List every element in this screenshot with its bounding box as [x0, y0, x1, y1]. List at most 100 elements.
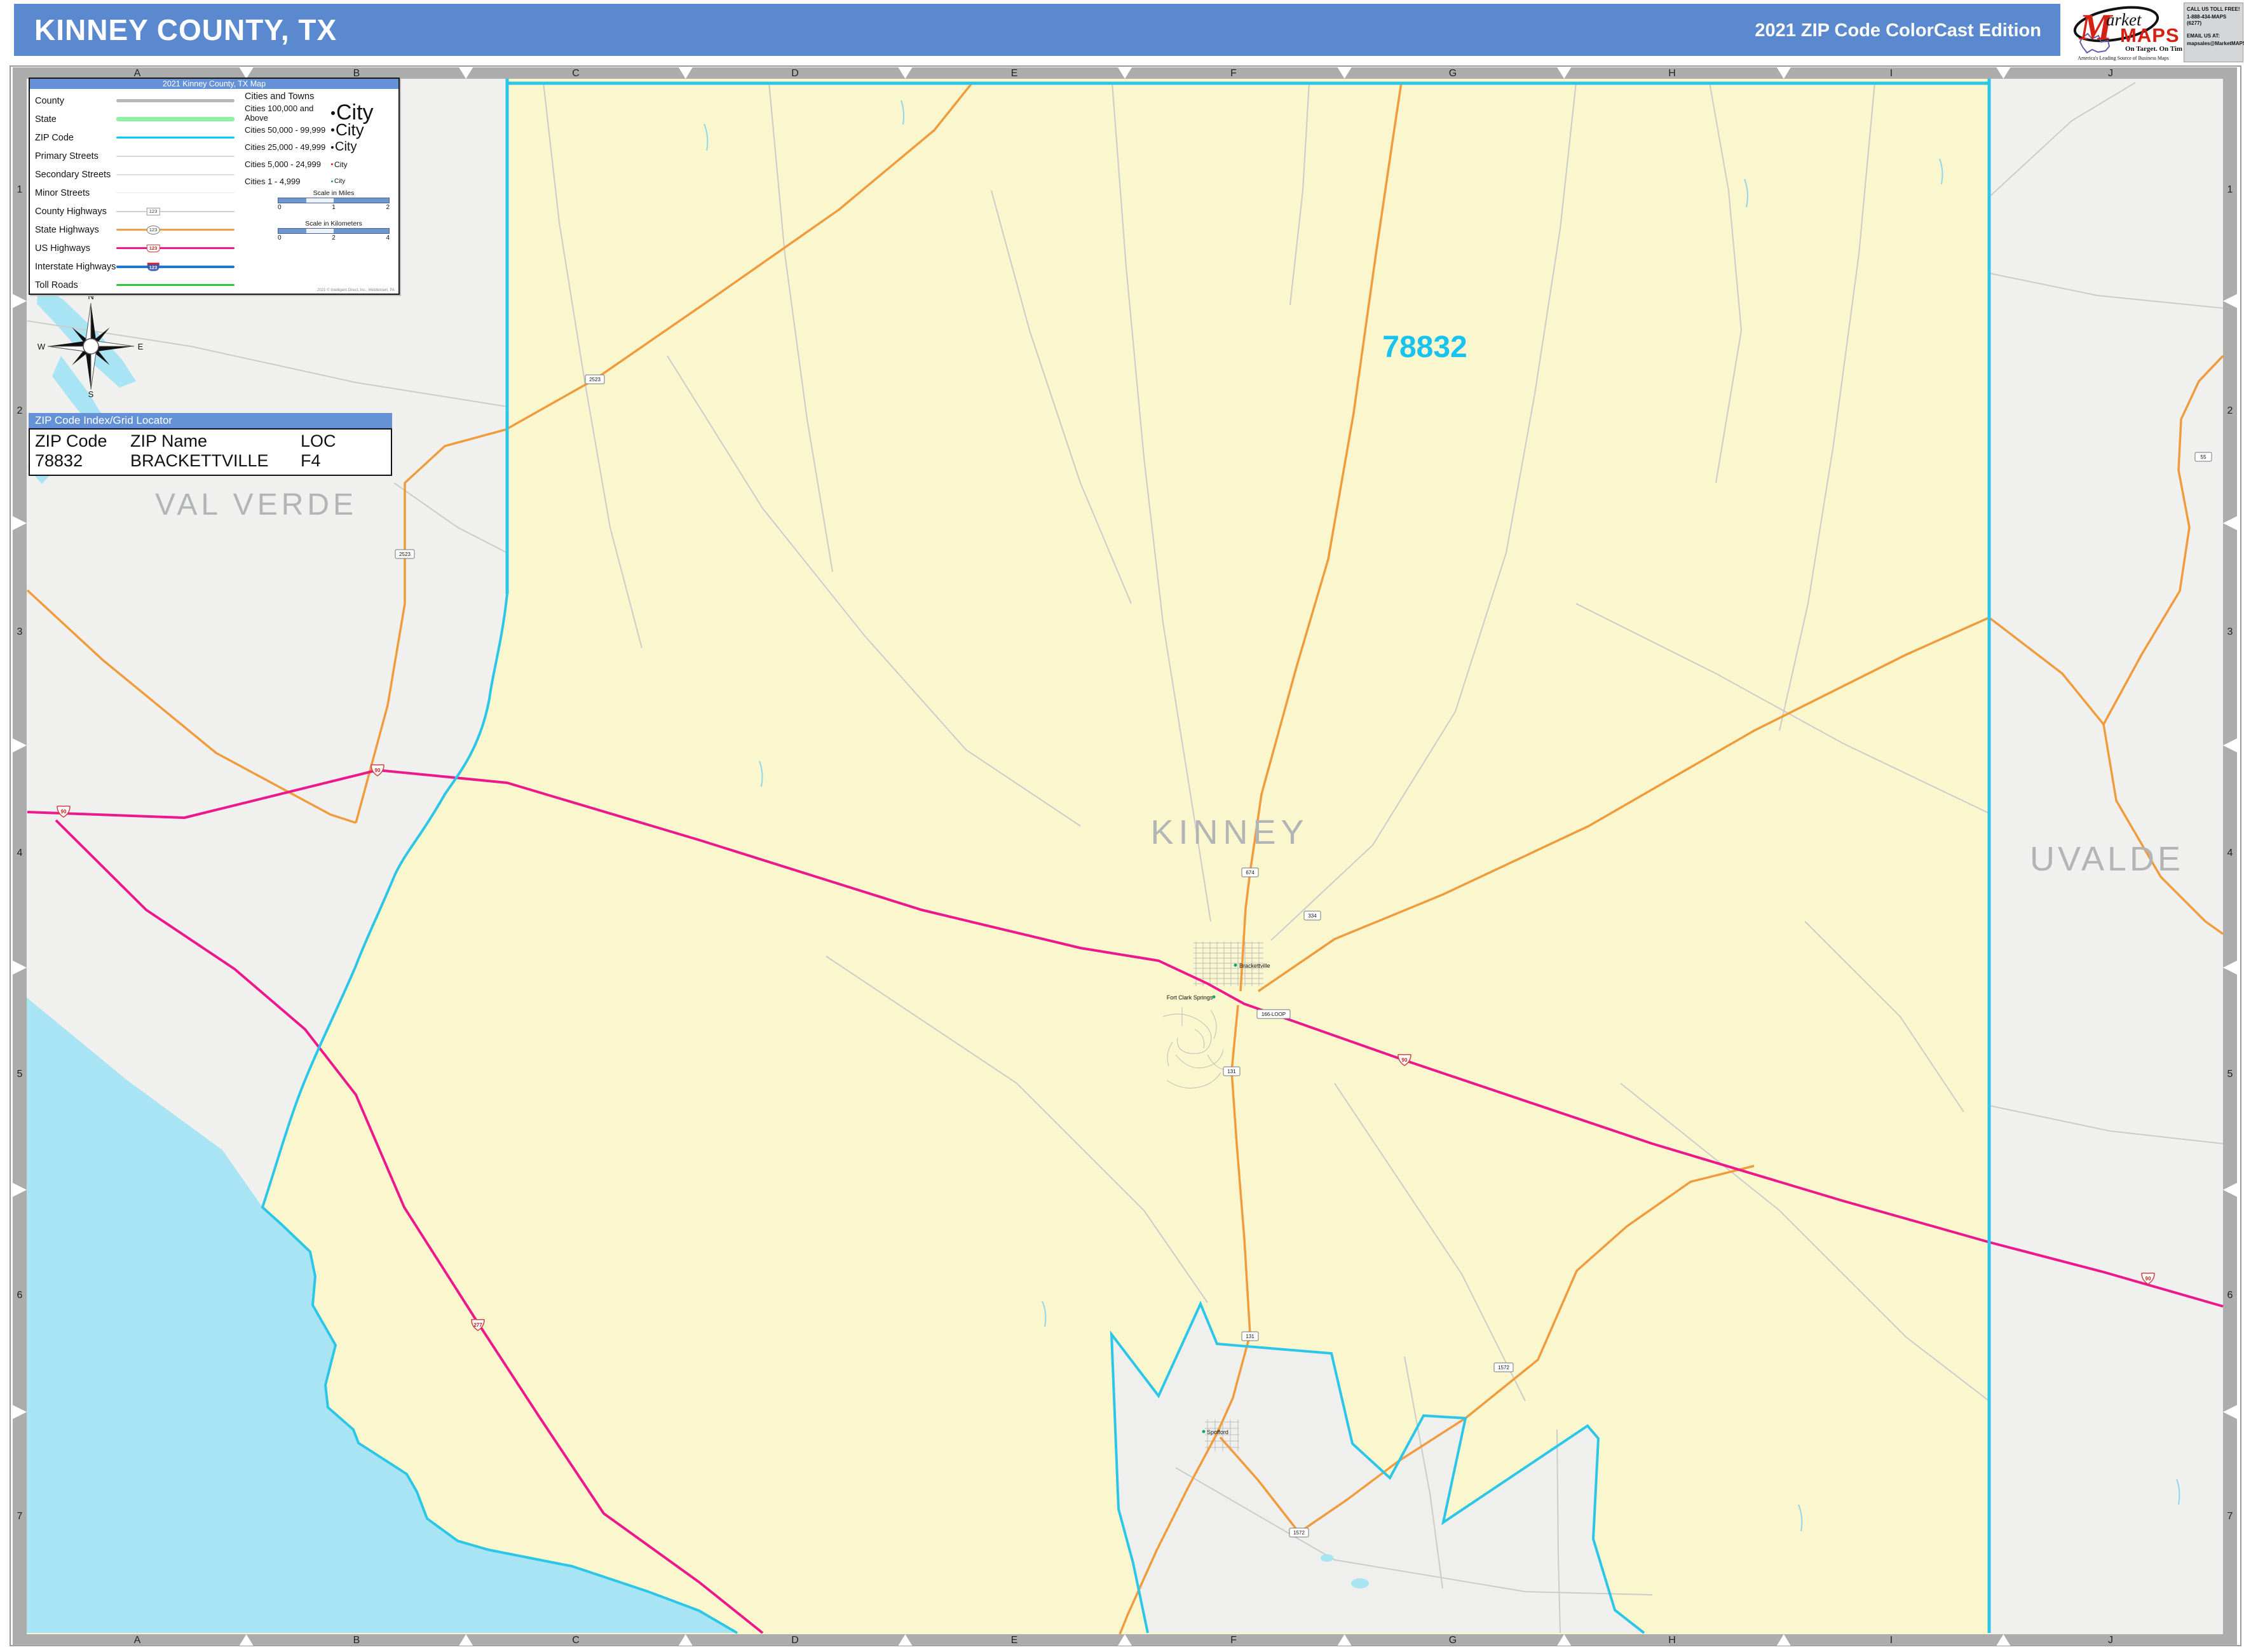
county-label-uvalde: UVALDE — [2030, 840, 2184, 878]
svg-text:E: E — [1011, 68, 1018, 79]
svg-text:1: 1 — [17, 184, 23, 195]
legend-title: 2021 Kinney County, TX Map — [30, 79, 398, 89]
scale-miles: Scale in Miles 012 — [278, 189, 390, 211]
legend-layer-label: Interstate Highways — [35, 262, 116, 272]
zip-col-header: LOC — [301, 431, 386, 451]
county-label-val-verde: VAL VERDE — [155, 488, 357, 522]
city-sample-5k: City — [331, 160, 348, 169]
state-334-shield: 334 — [1308, 913, 1317, 919]
county-line-swatch — [116, 97, 235, 105]
legend-layer-label: County Highways — [35, 207, 116, 217]
map-legend: 2021 Kinney County, TX Map County State … — [29, 78, 400, 295]
svg-text:7: 7 — [2227, 1511, 2233, 1522]
svg-text:D: D — [791, 1635, 799, 1646]
zip-col-header: ZIP Name — [130, 431, 301, 451]
state-2523-shield: 2523 — [399, 552, 411, 557]
secondary-street-swatch — [116, 171, 235, 179]
city-sample-1k: City — [331, 178, 345, 185]
svg-text:F: F — [1230, 68, 1237, 79]
county-label-kinney: KINNEY — [1150, 813, 1309, 851]
city-class-label: Cities 1 - 4,999 — [245, 177, 331, 186]
city-sample-50k: City — [331, 120, 364, 140]
zip-name-cell: BRACKETTVILLE — [130, 451, 301, 471]
compass-s-label: S — [88, 389, 94, 399]
state-line-swatch — [116, 116, 235, 123]
svg-text:2: 2 — [2227, 405, 2233, 416]
svg-text:J: J — [2108, 68, 2113, 79]
svg-text:7: 7 — [17, 1511, 23, 1522]
svg-text:3: 3 — [2227, 626, 2233, 637]
state-674-shield: 674 — [1246, 870, 1255, 876]
zip-code-cell: 78832 — [35, 451, 130, 471]
state-1572-shield: 1572 — [1498, 1365, 1509, 1371]
zip-index-data-row: 78832 BRACKETTVILLE F4 — [35, 451, 386, 471]
svg-text:1: 1 — [2227, 184, 2233, 195]
legend-copyright: 2021 © Intelligent Direct, Inc., Middlet… — [317, 288, 395, 292]
legend-layer-label: Toll Roads — [35, 280, 116, 290]
scale-miles-bar — [278, 198, 390, 203]
us-highway-shield-icon: 123 — [147, 245, 160, 252]
us-90-shield: 90 — [2145, 1276, 2151, 1282]
county-highway-shield-icon: 123 — [147, 208, 160, 215]
us-90-shield: 90 — [61, 809, 67, 815]
city-class-label: Cities 100,000 and Above — [245, 104, 331, 123]
zip-line-swatch — [116, 134, 235, 142]
svg-text:5: 5 — [2227, 1069, 2233, 1080]
primary-street-swatch — [116, 152, 235, 160]
svg-text:6: 6 — [2227, 1290, 2233, 1301]
town-label-brackettville: Brackettville — [1239, 963, 1270, 969]
town-label-fort-clark-springs: Fort Clark Springs — [1167, 994, 1213, 1001]
compass-w-label: W — [37, 342, 46, 351]
spofford-dot — [1202, 1430, 1206, 1433]
svg-text:3: 3 — [17, 626, 23, 637]
city-sample-25k: City — [331, 140, 357, 154]
scale-bars: Scale in Miles 012 Scale in Kilometers 0… — [278, 189, 390, 250]
legend-layer-label: Minor Streets — [35, 188, 116, 198]
us-277-shield: 277 — [473, 1322, 482, 1328]
scale-kilometers: Scale in Kilometers 024 — [278, 220, 390, 241]
svg-text:J: J — [2108, 1635, 2113, 1646]
page: KINNEY COUNTY, TX 2021 ZIP Code ColorCas… — [0, 0, 2244, 1652]
zip-index-header-row: ZIP Code ZIP Name LOC — [35, 431, 386, 451]
svg-text:H: H — [1668, 1635, 1676, 1646]
svg-text:5: 5 — [17, 1069, 23, 1080]
city-class-label: Cities 5,000 - 24,999 — [245, 159, 331, 169]
state-131-shield: 131 — [1246, 1334, 1255, 1339]
city-class-label: Cities 25,000 - 49,999 — [245, 142, 331, 152]
svg-text:G: G — [1449, 68, 1457, 79]
svg-text:D: D — [791, 68, 799, 79]
svg-text:6: 6 — [17, 1290, 23, 1301]
svg-text:I: I — [1890, 1635, 1893, 1646]
brackettville-dot — [1234, 964, 1237, 967]
state-highway-shield-icon: 123 — [147, 226, 160, 234]
loop-166-shield: 166-LOOP — [1261, 1012, 1286, 1017]
us-highway-swatch: 123 — [116, 245, 235, 252]
legend-layer-label: ZIP Code — [35, 133, 116, 143]
svg-text:B: B — [353, 1635, 360, 1646]
legend-layer-label: State Highways — [35, 225, 116, 235]
legend-cities-column: Cities and Towns Cities 100,000 and Abov… — [241, 89, 398, 294]
legend-layer-label: Secondary Streets — [35, 170, 116, 180]
svg-text:E: E — [1011, 1635, 1018, 1646]
scale-km-bar — [278, 228, 390, 234]
interstate-shield-icon: 123 — [147, 262, 160, 271]
us-90-shield: 90 — [375, 768, 381, 773]
interstate-highway-swatch: 123 — [116, 263, 235, 271]
zip-col-header: ZIP Code — [35, 431, 130, 451]
zip-index-table: ZIP Code ZIP Name LOC 78832 BRACKETTVILL… — [29, 428, 392, 476]
compass-e-label: E — [138, 342, 144, 351]
zip-code-index: ZIP Code Index/Grid Locator ZIP Code ZIP… — [29, 413, 392, 476]
svg-text:F: F — [1230, 1635, 1237, 1646]
zip-index-title: ZIP Code Index/Grid Locator — [29, 413, 392, 428]
svg-text:C: C — [572, 68, 580, 79]
legend-layer-list: County State ZIP Code Primary Streets Se… — [30, 89, 241, 294]
state-2523-shield: 2523 — [589, 377, 601, 383]
toll-road-swatch — [116, 281, 235, 289]
state-1572-shield: 1572 — [1293, 1530, 1305, 1536]
state-55-shield: 55 — [2201, 454, 2207, 460]
svg-text:I: I — [1890, 68, 1893, 79]
zip-code-label-78832: 78832 — [1382, 330, 1467, 364]
svg-text:4: 4 — [2227, 848, 2233, 858]
town-label-spofford: Spofford — [1207, 1429, 1228, 1435]
svg-text:4: 4 — [17, 848, 23, 858]
